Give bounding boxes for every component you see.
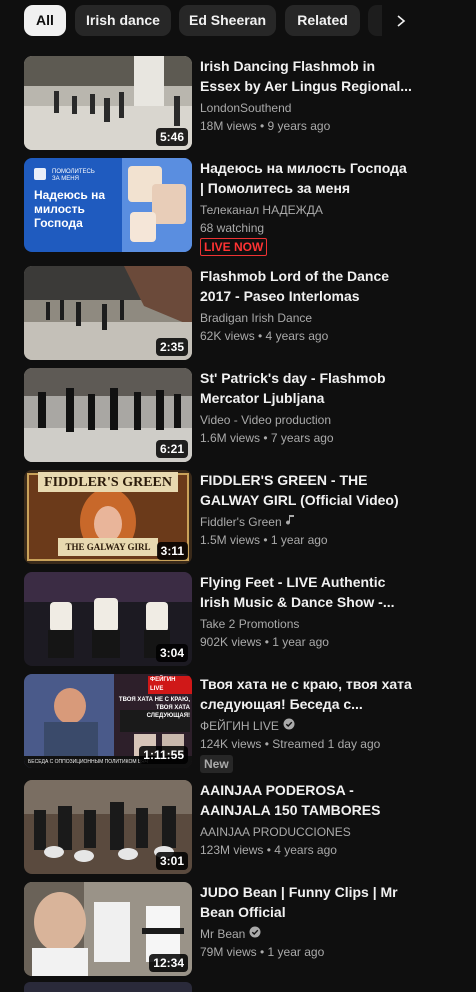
video-duration: 3:04 [155,644,188,662]
live-badge: LIVE NOW [200,238,268,256]
video-thumbnail[interactable]: 12:34 [24,882,192,976]
video-meta: 123M views • 4 years ago [200,843,337,857]
video-duration: 3:01 [155,852,188,870]
thumbnail-footer: БЕСЕДА С ОППОЗИЦИОННЫМ ПОЛИТИКОМ ВЯЧЕС [28,759,148,765]
video-title[interactable]: Flying Feet - LIVE Authentic Irish Music… [200,572,412,612]
video-meta: 1.6M views • 7 years ago [200,431,334,445]
channel-name[interactable]: Mr Bean [200,926,261,942]
video-thumbnail[interactable]: ПОМОЛИТЕСЬ ЗА МЕНЯ Надеюсь на милость Го… [24,158,192,252]
video-duration: 1:11:55 [139,746,188,764]
chip-ed-sheeran[interactable]: Ed Sheeran [179,5,276,36]
filter-chip-bar: All Irish dance Ed Sheeran Related [0,0,476,42]
thumbnail-song-name: THE GALWAY GIRL [65,542,151,552]
video-duration: 6:21 [155,440,188,458]
chip-related[interactable]: Related [285,5,360,36]
video-title[interactable]: JUDO Bean | Funny Clips | Mr Bean Offici… [200,882,412,922]
video-title[interactable]: Надеюсь на милость Господа | Помолитесь … [200,158,412,198]
music-note-icon [285,514,296,530]
video-thumbnail[interactable]: 6:21 [24,368,192,462]
chevron-right-icon[interactable] [386,6,416,36]
video-meta: 79M views • 1 year ago [200,945,325,959]
next-video-thumbnail[interactable] [24,982,192,992]
thumbnail-headline-2: ТВОЯ ХАТА СЛЕДУЮЩАЯ! [146,705,190,719]
video-title[interactable]: Irish Dancing Flashmob in Essex by Aer L… [200,56,412,96]
video-meta: 1.5M views • 1 year ago [200,533,328,547]
video-duration: 3:11 [156,542,188,560]
video-thumbnail[interactable]: ФЕЙГИН LIVE ТВОЯ ХАТА НЕ С КРАЮ, ТВОЯ ХА… [24,674,192,768]
channel-name[interactable]: AAINJAA PRODUCCIONES [200,824,351,840]
video-meta: 124K views • Streamed 1 day ago [200,737,381,751]
video-meta: 18M views • 9 years ago [200,119,331,133]
chip-all[interactable]: All [24,5,66,36]
video-title[interactable]: AAINJAA PODEROSA - AAINJALA 150 TAMBORES [200,780,412,820]
video-meta: 68 watching [200,221,265,235]
channel-name[interactable]: Bradigan Irish Dance [200,310,312,326]
video-duration: 5:46 [155,128,188,146]
channel-name[interactable]: ФЕЙГИН LIVE [200,718,295,734]
video-title[interactable]: FIDDLER'S GREEN - THE GALWAY GIRL (Offic… [200,470,412,510]
channel-name[interactable]: Телеканал НАДЕЖДА [200,202,323,218]
video-thumbnail[interactable]: 5:46 [24,56,192,150]
thumbnail-headline-1: ТВОЯ ХАТА НЕ С КРАЮ, [118,697,190,703]
video-duration: 2:35 [155,338,188,356]
video-duration: 12:34 [149,954,188,972]
new-badge: New [200,755,233,773]
video-thumbnail[interactable]: FIDDLER'S GREEN THE GALWAY GIRL 3:11 [24,470,192,564]
verified-icon [249,926,261,942]
channel-name[interactable]: LondonSouthend [200,100,291,116]
thumbnail-headline: Надеюсь на милость Господа [34,188,106,230]
verified-icon [283,718,295,734]
video-meta: 62K views • 4 years ago [200,329,329,343]
chip-irish-dance[interactable]: Irish dance [75,5,171,36]
thumbnail-caption: ПОМОЛИТЕСЬ ЗА МЕНЯ [52,169,95,182]
chip-partial [368,5,382,36]
channel-name[interactable]: Take 2 Promotions [200,616,299,632]
channel-name[interactable]: Fiddler's Green [200,514,296,530]
thumbnail-band-name: FIDDLER'S GREEN [44,475,172,490]
video-title[interactable]: Твоя хата не с краю, твоя хата следующая… [200,674,412,714]
video-meta: 902K views • 1 year ago [200,635,329,649]
thumbnail-channel-tag: ФЕЙГИН LIVE [148,676,192,694]
video-thumbnail[interactable]: 2:35 [24,266,192,360]
video-thumbnail[interactable]: 3:01 [24,780,192,874]
video-title[interactable]: Flashmob Lord of the Dance 2017 - Paseo … [200,266,412,306]
channel-name[interactable]: Video - Video production [200,412,331,428]
video-thumbnail[interactable]: 3:04 [24,572,192,666]
video-title[interactable]: St' Patrick's day - Flashmob Mercator Lj… [200,368,412,408]
